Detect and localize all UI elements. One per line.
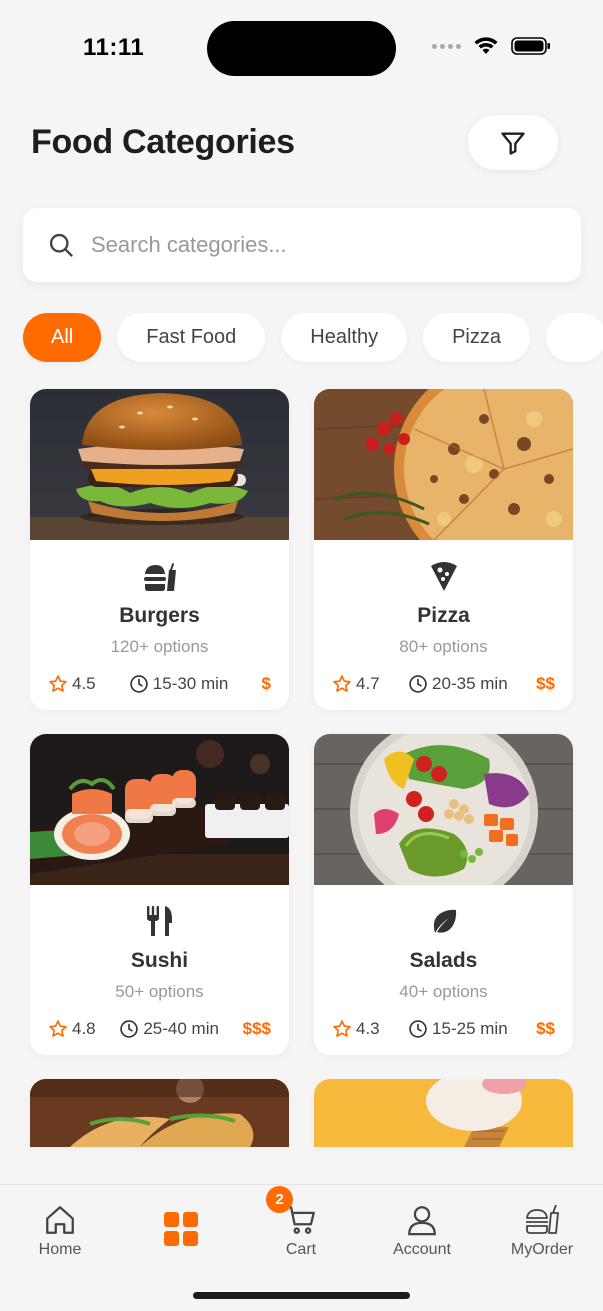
category-name: Sushi (130, 949, 189, 972)
category-options: 120+ options (110, 637, 209, 656)
star-icon (49, 675, 67, 692)
clock-icon (409, 675, 427, 693)
delivery-time: 15-30 min (152, 674, 229, 693)
tacos-image (30, 1079, 289, 1147)
category-card-sushi[interactable]: Sushi 50+ options 4.8 25-40 min $$$ (30, 734, 289, 1055)
category-name: Burgers (119, 604, 200, 627)
nav-label: Home (38, 1241, 82, 1258)
burger-icon (30, 560, 289, 594)
category-options: 80+ options (399, 637, 488, 656)
category-card-salads[interactable]: Salads 40+ options 4.3 15-25 min $$ (314, 734, 573, 1055)
leaf-icon (314, 905, 573, 939)
clock-icon (130, 675, 148, 693)
pizza-slice-icon (314, 560, 573, 594)
category-options: 40+ options (399, 982, 488, 1001)
salad-image (314, 734, 573, 885)
rating-value: 4.8 (72, 1019, 96, 1038)
user-icon (408, 1206, 436, 1236)
nav-myorder[interactable]: MyOrder (492, 1203, 592, 1259)
rating-value: 4.3 (356, 1019, 380, 1038)
nav-home[interactable]: Home (10, 1203, 110, 1259)
chip-all[interactable]: All (23, 313, 102, 362)
filter-button[interactable] (468, 115, 558, 170)
chip-pizza[interactable]: Pizza (423, 313, 530, 362)
status-icons (432, 36, 551, 56)
filter-icon (501, 132, 525, 155)
home-icon (46, 1206, 74, 1234)
nav-categories[interactable] (131, 1212, 231, 1246)
category-card-desserts-partial[interactable] (314, 1079, 573, 1147)
delivery-time: 25-40 min (143, 1019, 219, 1038)
chip-more[interactable] (546, 313, 603, 362)
chip-fast-food[interactable]: Fast Food (117, 313, 266, 362)
category-card-burgers[interactable]: Burgers 120+ options 4.5 15-30 min $ (30, 389, 289, 710)
page-title: Food Categories (31, 123, 295, 161)
cellular-signal-icon (432, 43, 461, 49)
nav-cart[interactable]: Cart (251, 1203, 351, 1259)
screen: 11:11 Food Categories All Fast Food Heal… (0, 0, 603, 1311)
search-icon (49, 233, 73, 257)
pizza-image (314, 389, 573, 540)
nav-label: Cart (285, 1241, 317, 1258)
category-card-pizza[interactable]: Pizza 80+ options 4.7 20-35 min $$ (314, 389, 573, 710)
chip-healthy[interactable]: Healthy (281, 313, 408, 362)
ice-cream-image (314, 1079, 573, 1147)
grid-icon (164, 1212, 198, 1246)
status-time: 11:11 (83, 34, 145, 61)
dynamic-island (207, 21, 396, 76)
battery-icon (511, 37, 550, 55)
price-level: $$$ (242, 1019, 271, 1038)
category-meta: 4.8 25-40 min $$$ (30, 1019, 289, 1039)
price-level: $$ (536, 1019, 555, 1038)
burger-image (30, 389, 289, 540)
star-icon (49, 1020, 67, 1037)
rating-value: 4.5 (72, 674, 96, 693)
rating-value: 4.7 (356, 674, 380, 693)
nav-label: Account (393, 1241, 451, 1258)
category-options: 50+ options (115, 982, 204, 1001)
category-name: Salads (409, 949, 478, 972)
clock-icon (409, 1020, 427, 1038)
delivery-time: 15-25 min (432, 1019, 508, 1038)
clock-icon (120, 1020, 139, 1038)
category-meta: 4.5 15-30 min $ (30, 674, 289, 694)
cart-badge: 2 (266, 1186, 293, 1213)
category-chips: All Fast Food Healthy Pizza (23, 313, 603, 362)
search-bar[interactable] (23, 208, 581, 282)
category-card-tacos-partial[interactable] (30, 1079, 289, 1147)
category-meta: 4.3 15-25 min $$ (314, 1019, 573, 1039)
sushi-image (30, 734, 289, 885)
nav-account[interactable]: Account (372, 1203, 472, 1259)
burger-icon (526, 1204, 559, 1234)
home-indicator (193, 1292, 410, 1299)
delivery-time: 20-35 min (432, 674, 508, 693)
category-name: Pizza (417, 604, 470, 627)
star-icon (333, 675, 351, 692)
star-icon (333, 1020, 351, 1037)
category-meta: 4.7 20-35 min $$ (314, 674, 573, 694)
utensils-icon (30, 905, 289, 939)
nav-label: MyOrder (510, 1241, 574, 1258)
price-level: $ (261, 674, 271, 693)
price-level: $$ (536, 674, 555, 693)
wifi-icon (474, 37, 498, 54)
search-input[interactable] (91, 232, 531, 258)
